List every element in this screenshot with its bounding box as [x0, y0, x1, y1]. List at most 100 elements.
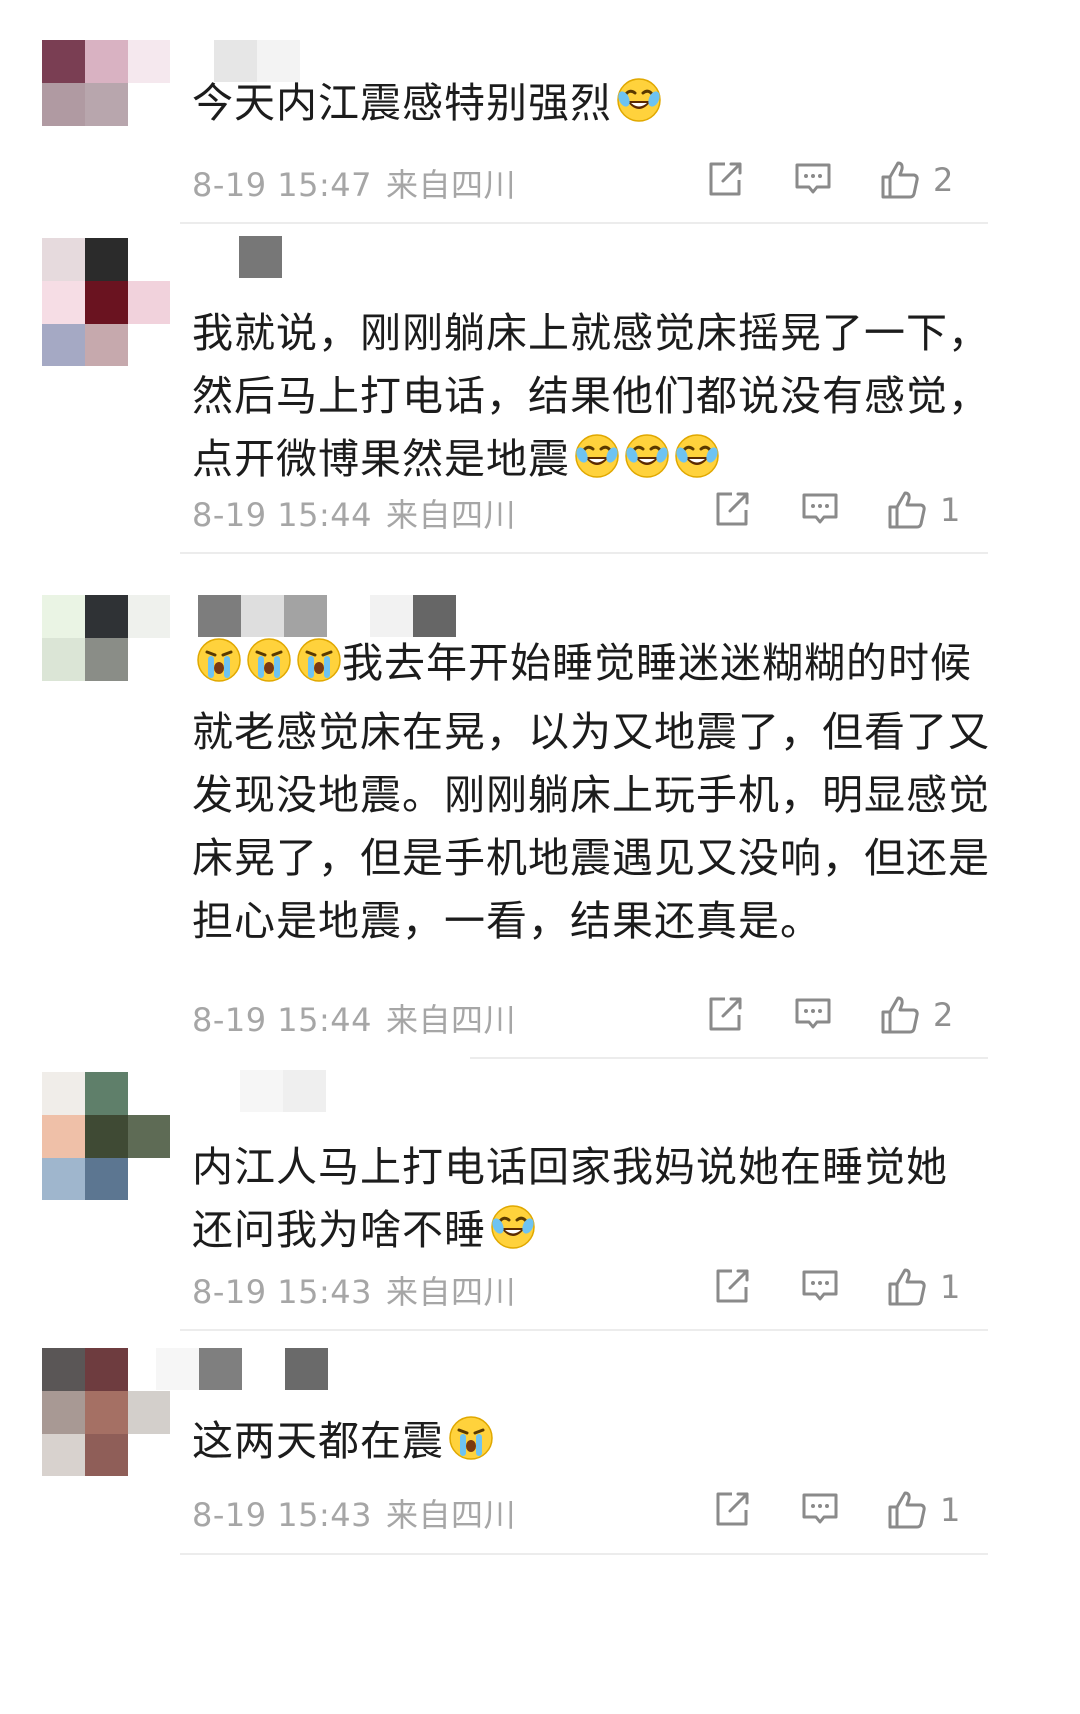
- avatar-pixel: [42, 83, 85, 126]
- like-button[interactable]: 2: [879, 994, 953, 1036]
- username-pixel: [240, 1070, 283, 1112]
- username-pixelated[interactable]: [198, 595, 456, 637]
- avatar-pixel: [85, 83, 128, 126]
- avatar-pixel: [128, 281, 170, 324]
- username-pixel: [239, 236, 282, 278]
- avatar-pixel: [85, 324, 128, 366]
- comment-meta: 8-19 15:44 来自四川: [192, 490, 516, 536]
- like-button[interactable]: 2: [879, 159, 953, 201]
- avatar-pixel: [85, 281, 128, 324]
- username-pixel: [370, 595, 413, 637]
- username-pixelated[interactable]: [240, 1070, 326, 1112]
- comment-text: 我就说，刚刚躺床上就感觉床摇晃了一下，然后马上打电话，结果他们都说没有感觉，点开…: [192, 302, 1012, 497]
- avatar-pixel: [42, 1072, 85, 1115]
- like-count: 1: [940, 491, 961, 529]
- like-count: 2: [933, 161, 954, 199]
- avatar-pixel: [85, 1158, 128, 1200]
- like-count: 2: [933, 996, 954, 1034]
- share-icon: [712, 489, 752, 529]
- avatar[interactable]: [42, 595, 170, 723]
- laugh-cry-emoji: [574, 433, 620, 497]
- share-icon: [712, 1266, 752, 1306]
- avatar-pixel: [128, 638, 170, 681]
- like-button[interactable]: 1: [886, 1489, 960, 1531]
- thumbs-up-icon: [886, 1266, 928, 1308]
- comment-button[interactable]: [793, 994, 833, 1034]
- avatar[interactable]: [42, 1072, 170, 1200]
- comment-meta: 8-19 15:43 来自四川: [192, 1490, 516, 1536]
- divider: [470, 1057, 988, 1059]
- share-button[interactable]: [712, 489, 752, 529]
- username-pixel: [241, 595, 284, 637]
- comment-text: 这两天都在震: [192, 1410, 1012, 1479]
- divider: [180, 552, 988, 554]
- avatar-pixel: [42, 281, 85, 324]
- avatar[interactable]: [42, 238, 170, 366]
- comment-button[interactable]: [800, 1489, 840, 1529]
- like-count: 1: [940, 1268, 961, 1306]
- comment-icon: [800, 489, 840, 529]
- thumbs-up-icon: [879, 994, 921, 1036]
- action-bar: 1: [712, 489, 982, 533]
- share-button[interactable]: [712, 1489, 752, 1529]
- action-bar: 1: [712, 1266, 982, 1310]
- comment-button[interactable]: [800, 1266, 840, 1306]
- source-location: 来自四川: [386, 496, 517, 534]
- share-button[interactable]: [712, 1266, 752, 1306]
- thumbs-up-icon: [886, 489, 928, 531]
- username-pixel: [284, 595, 327, 637]
- username-pixel: [198, 595, 241, 637]
- share-button[interactable]: [705, 159, 745, 199]
- username-pixel: [327, 595, 370, 637]
- comment-meta: 8-19 15:44 来自四川: [192, 995, 516, 1041]
- divider: [180, 222, 988, 224]
- avatar-pixel: [128, 1115, 170, 1158]
- laugh-cry-emoji: [624, 433, 670, 497]
- avatar-pixel: [128, 126, 170, 168]
- action-bar: 2: [705, 994, 975, 1038]
- avatar-pixel: [128, 1434, 170, 1476]
- avatar[interactable]: [42, 40, 170, 168]
- avatar-pixel: [128, 40, 170, 83]
- comment-text: 我去年开始睡觉睡迷迷糊糊的时候就老感觉床在晃，以为又地震了，但看了又发现没地震。…: [192, 637, 990, 945]
- share-icon: [712, 1489, 752, 1529]
- source-location: 来自四川: [386, 166, 517, 204]
- avatar-pixel: [85, 1115, 128, 1158]
- share-button[interactable]: [705, 994, 745, 1034]
- share-icon: [705, 994, 745, 1034]
- comment-icon: [800, 1489, 840, 1529]
- divider: [180, 1329, 988, 1331]
- thumbs-up-icon: [879, 159, 921, 201]
- avatar[interactable]: [42, 1348, 170, 1476]
- timestamp: 8-19 15:43: [192, 1496, 373, 1534]
- avatar-pixel: [128, 1072, 170, 1115]
- avatar-pixel: [128, 681, 170, 723]
- username-pixelated[interactable]: [196, 236, 282, 278]
- avatar-pixel: [128, 238, 170, 281]
- avatar-pixel: [42, 40, 85, 83]
- comment-button[interactable]: [793, 159, 833, 199]
- avatar-pixel: [85, 238, 128, 281]
- like-button[interactable]: 1: [886, 489, 960, 531]
- crying-emoji: [196, 637, 242, 701]
- username-pixelated[interactable]: [156, 1348, 328, 1390]
- comment-meta: 8-19 15:47 来自四川: [192, 160, 516, 206]
- timestamp: 8-19 15:43: [192, 1273, 373, 1311]
- source-location: 来自四川: [386, 1496, 517, 1534]
- avatar-pixel: [128, 1391, 170, 1434]
- laugh-cry-emoji: [674, 433, 720, 497]
- like-button[interactable]: 1: [886, 1266, 960, 1308]
- avatar-pixel: [42, 1348, 85, 1391]
- comment-icon: [800, 1266, 840, 1306]
- timestamp: 8-19 15:44: [192, 496, 373, 534]
- share-icon: [705, 159, 745, 199]
- username-pixel: [242, 1348, 285, 1390]
- action-bar: 1: [712, 1489, 982, 1533]
- crying-emoji: [448, 1415, 494, 1479]
- comment-button[interactable]: [800, 489, 840, 529]
- avatar-pixel: [42, 595, 85, 638]
- avatar-pixel: [42, 1391, 85, 1434]
- comment-icon: [793, 994, 833, 1034]
- crying-emoji: [246, 637, 292, 701]
- action-bar: 2: [705, 159, 975, 203]
